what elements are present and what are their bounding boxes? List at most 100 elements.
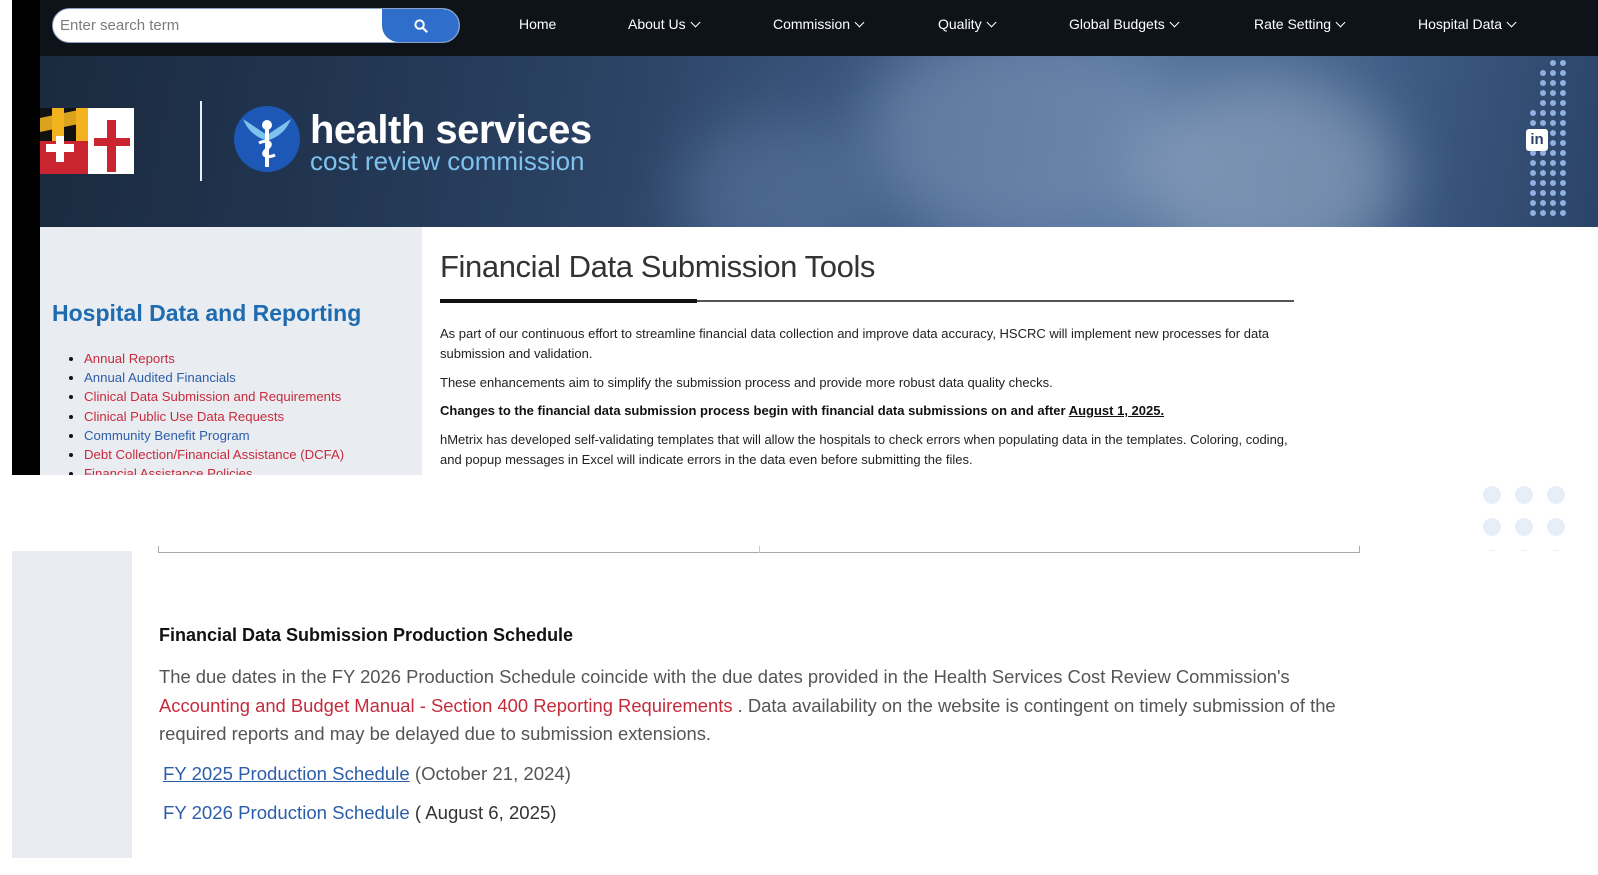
sidebar-link-community-benefit[interactable]: Community Benefit Program <box>84 428 250 443</box>
search-box <box>52 8 460 43</box>
decorative-dot <box>1550 200 1556 206</box>
decorative-dot <box>1560 150 1566 156</box>
list-item: Debt Collection/Financial Assistance (DC… <box>84 445 344 464</box>
decorative-dot <box>1550 160 1556 166</box>
nav-item-global-budgets[interactable]: Global Budgets <box>1069 16 1180 32</box>
schedule-row-fy2025: FY 2025 Production Schedule (October 21,… <box>163 763 571 785</box>
decorative-dot <box>1550 150 1556 156</box>
section-divider-tick <box>1359 546 1360 553</box>
hmetrix-paragraph: hMetrix has developed self-validating te… <box>440 432 1288 467</box>
schedule-desc-before: The due dates in the FY 2026 Production … <box>159 666 1290 687</box>
section-divider-tick <box>158 546 159 553</box>
decorative-dot <box>1540 160 1546 166</box>
section-divider-tick <box>759 546 760 553</box>
nav-item-home[interactable]: Home <box>519 16 556 32</box>
chevron-down-icon <box>1335 17 1346 27</box>
hero-banner: health services cost review commission i… <box>40 56 1598 227</box>
decorative-dot <box>1560 120 1566 126</box>
decorative-dot <box>1550 110 1556 116</box>
changes-paragraph: Changes to the financial data submission… <box>440 401 1300 421</box>
intro-paragraph: As part of our continuous effort to stre… <box>440 326 1270 361</box>
decorative-dot <box>1530 170 1536 176</box>
changes-date: August 1, 2025. <box>1068 403 1165 418</box>
decorative-dot <box>1483 486 1501 504</box>
decorative-dot <box>1483 518 1501 536</box>
decorative-dot <box>1550 210 1556 216</box>
list-item: Clinical Data Submission and Requirement… <box>84 387 344 406</box>
decorative-dot <box>1560 90 1566 96</box>
search-input[interactable] <box>53 9 383 42</box>
decorative-dot <box>1540 80 1546 86</box>
list-item: Annual Audited Financials <box>84 368 344 387</box>
nav-label: Commission <box>773 16 851 32</box>
nav-label: Home <box>519 16 557 32</box>
accounting-manual-link[interactable]: Accounting and Budget Manual - Section 4… <box>159 695 733 716</box>
chevron-down-icon <box>854 17 865 27</box>
decorative-dot <box>1550 130 1556 136</box>
decorative-dot <box>1515 518 1533 536</box>
sidebar-link-annual-audited-financials[interactable]: Annual Audited Financials <box>84 370 236 385</box>
decorative-dot <box>1530 160 1536 166</box>
search-button[interactable] <box>382 9 459 42</box>
decorative-dot <box>1530 210 1536 216</box>
decorative-dot <box>1540 200 1546 206</box>
linkedin-icon[interactable]: in <box>1526 129 1548 151</box>
sidebar-link-annual-reports[interactable]: Annual Reports <box>84 351 175 366</box>
fy2025-schedule-link[interactable]: FY 2025 Production Schedule <box>163 763 410 784</box>
list-item: Financial Assistance Policies <box>84 464 344 475</box>
decorative-dot <box>1560 130 1566 136</box>
search-icon <box>413 18 428 33</box>
title-divider-accent <box>440 299 697 303</box>
nav-item-about-us[interactable]: About Us <box>628 16 701 32</box>
decorative-dot <box>1540 100 1546 106</box>
brand-subtitle: cost review commission <box>310 146 585 176</box>
decorative-dot <box>1560 80 1566 86</box>
schedule-date: (October 21, 2024) <box>409 763 571 784</box>
nav-item-quality[interactable]: Quality <box>938 16 997 32</box>
sidebar-list: Annual Reports Annual Audited Financials… <box>68 349 344 475</box>
bottom-screenshot: Financial Data Submission Production Sch… <box>12 546 1598 875</box>
sidebar-link-clinical-public-use[interactable]: Clinical Public Use Data Requests <box>84 409 284 424</box>
decorative-dot <box>1530 110 1536 116</box>
decorative-dot <box>1530 180 1536 186</box>
decorative-dot <box>1550 80 1556 86</box>
decorative-dot <box>1560 70 1566 76</box>
nav-item-commission[interactable]: Commission <box>773 16 865 32</box>
decorative-dot <box>1560 180 1566 186</box>
decorative-dot <box>1560 110 1566 116</box>
decorative-dot <box>1550 190 1556 196</box>
decorative-dot <box>1540 70 1546 76</box>
chevron-down-icon <box>986 17 997 27</box>
schedule-row-fy2026: FY 2026 Production Schedule ( August 6, … <box>163 802 557 824</box>
decorative-dot <box>1550 100 1556 106</box>
caduceus-logo <box>234 106 300 172</box>
nav-item-rate-setting[interactable]: Rate Setting <box>1254 16 1346 32</box>
decorative-dot <box>1540 110 1546 116</box>
decorative-dot <box>1560 170 1566 176</box>
left-black-edge <box>12 0 40 475</box>
changes-text: Changes to the financial data submission… <box>440 403 1069 418</box>
top-navbar: Home About Us Commission Quality Global … <box>12 0 1598 56</box>
decorative-dot <box>1560 100 1566 106</box>
decorative-dot <box>1560 200 1566 206</box>
nav-item-hospital-data[interactable]: Hospital Data <box>1418 16 1517 32</box>
nav-label: Global Budgets <box>1069 16 1165 32</box>
chevron-down-icon <box>1506 17 1517 27</box>
decorative-dot <box>1550 170 1556 176</box>
decorative-dot <box>1547 518 1565 536</box>
decorative-dot <box>1560 190 1566 196</box>
top-screenshot: Home About Us Commission Quality Global … <box>12 0 1598 475</box>
decorative-dot <box>1550 90 1556 96</box>
decorative-dot <box>1530 200 1536 206</box>
sidebar-title: Hospital Data and Reporting <box>52 300 362 326</box>
nav-label: Rate Setting <box>1254 16 1332 32</box>
sidebar-link-clinical-data-submission[interactable]: Clinical Data Submission and Requirement… <box>84 389 341 404</box>
decorative-dot <box>1530 120 1536 126</box>
schedule-description: The due dates in the FY 2026 Production … <box>159 663 1364 749</box>
decorative-dot <box>1550 180 1556 186</box>
decorative-dot <box>1540 120 1546 126</box>
sidebar-link-debt-collection[interactable]: Debt Collection/Financial Assistance (DC… <box>84 447 344 462</box>
fy2026-schedule-link[interactable]: FY 2026 Production Schedule <box>163 802 410 823</box>
decorative-dot <box>1515 486 1533 504</box>
sidebar-link-financial-assistance[interactable]: Financial Assistance Policies <box>84 466 253 475</box>
